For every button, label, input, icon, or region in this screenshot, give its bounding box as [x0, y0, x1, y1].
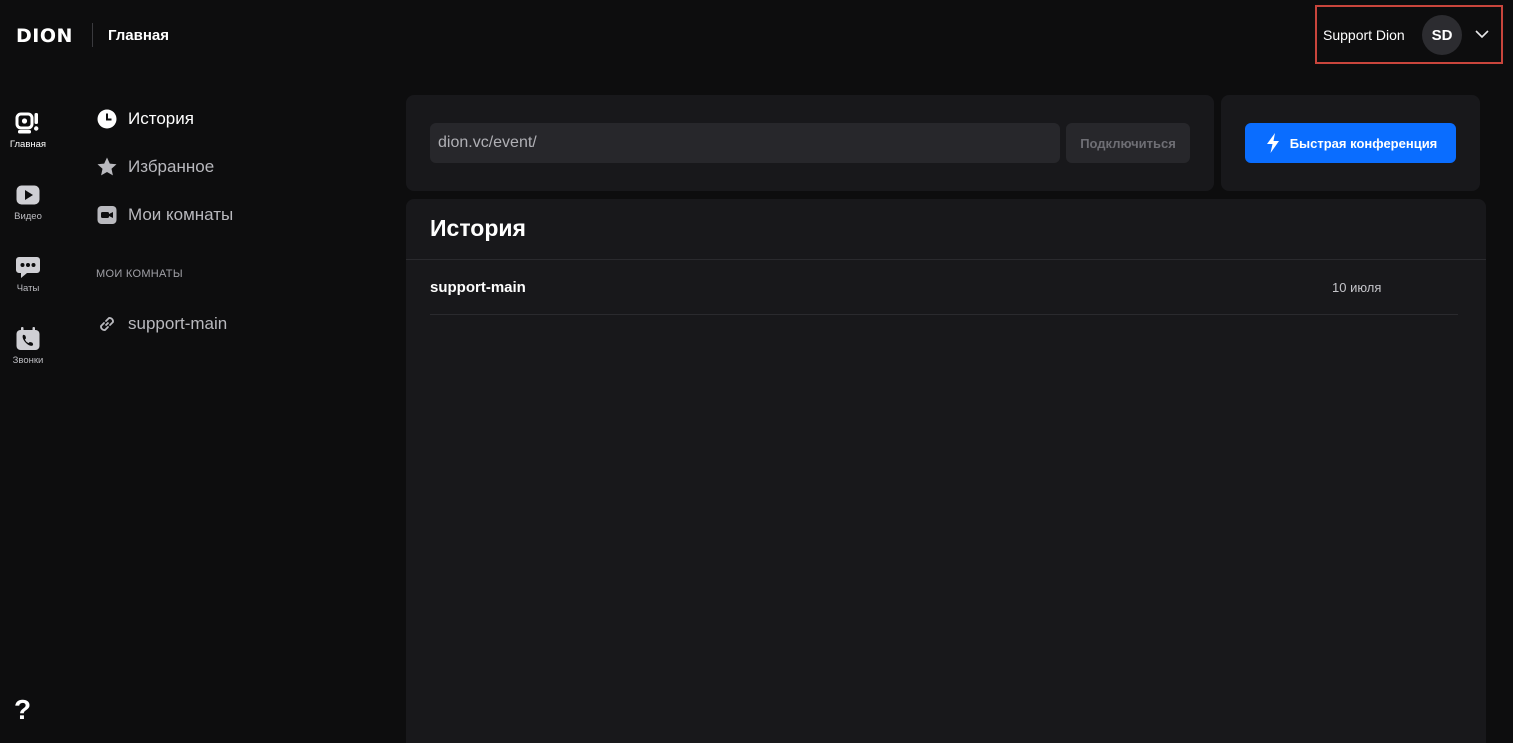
link-icon: [100, 317, 114, 331]
clock-icon: [97, 109, 117, 129]
camera-icon: [97, 206, 117, 224]
phone-calendar-icon: [16, 327, 40, 350]
connect-button[interactable]: Подключиться: [1066, 123, 1190, 163]
history-date: 10 июля: [1332, 280, 1382, 295]
rail-item-video[interactable]: Видео: [0, 172, 56, 232]
home-icon: [15, 112, 39, 134]
rail-label-chats: Чаты: [16, 283, 40, 294]
history-title: История: [430, 215, 526, 241]
chevron-down-icon[interactable]: [1475, 27, 1489, 41]
page-title: Главная: [108, 27, 170, 44]
quick-conference-label: Быстрая конференция: [1289, 135, 1438, 151]
avatar[interactable]: SD: [1422, 15, 1462, 55]
nav-label-favorites: Избранное: [128, 157, 215, 176]
history-room-name: support-main: [430, 279, 526, 296]
room-label: support-main: [128, 314, 228, 333]
user-menu[interactable]: Support Dion SD: [1315, 5, 1503, 64]
join-panel: Подключиться: [406, 95, 1214, 191]
user-name: Support Dion: [1323, 27, 1405, 43]
rail-item-home[interactable]: Главная: [0, 100, 56, 160]
help-button[interactable]: ?: [14, 694, 31, 726]
nav-item-history[interactable]: История: [96, 101, 194, 137]
history-panel: История support-main 10 июля: [406, 199, 1486, 743]
rail-label-calls: Звонки: [12, 355, 44, 366]
history-divider: [406, 259, 1486, 260]
dion-logo[interactable]: DION: [16, 25, 73, 47]
nav-label-my-rooms: Мои комнаты: [128, 205, 234, 224]
nav-item-favorites[interactable]: Избранное: [96, 149, 214, 185]
chat-icon: [16, 257, 40, 278]
nav-label-history: История: [128, 109, 194, 128]
table-row[interactable]: support-main 10 июля: [430, 261, 1458, 315]
quick-conference-panel: Быстрая конференция: [1221, 95, 1480, 191]
room-item-support-main[interactable]: support-main: [96, 306, 227, 342]
rooms-section-title: МОИ КОМНАТЫ: [96, 268, 183, 280]
nav-item-my-rooms[interactable]: Мои комнаты: [96, 197, 233, 233]
event-url-input[interactable]: [430, 123, 1060, 163]
app-root: DION Главная Support Dion SD Главная Вид…: [0, 0, 1513, 743]
rail-item-calls[interactable]: Звонки: [0, 316, 56, 376]
header-divider: [92, 23, 93, 47]
rail-item-chats[interactable]: Чаты: [0, 244, 56, 304]
rail-label-home: Главная: [9, 139, 47, 150]
rail-label-video: Видео: [14, 211, 42, 222]
video-play-icon: [16, 185, 40, 205]
top-header: DION Главная Support Dion SD: [0, 0, 1513, 72]
star-icon: [97, 157, 117, 176]
lightning-icon: [1266, 133, 1279, 153]
quick-conference-button[interactable]: Быстрая конференция: [1245, 123, 1456, 163]
